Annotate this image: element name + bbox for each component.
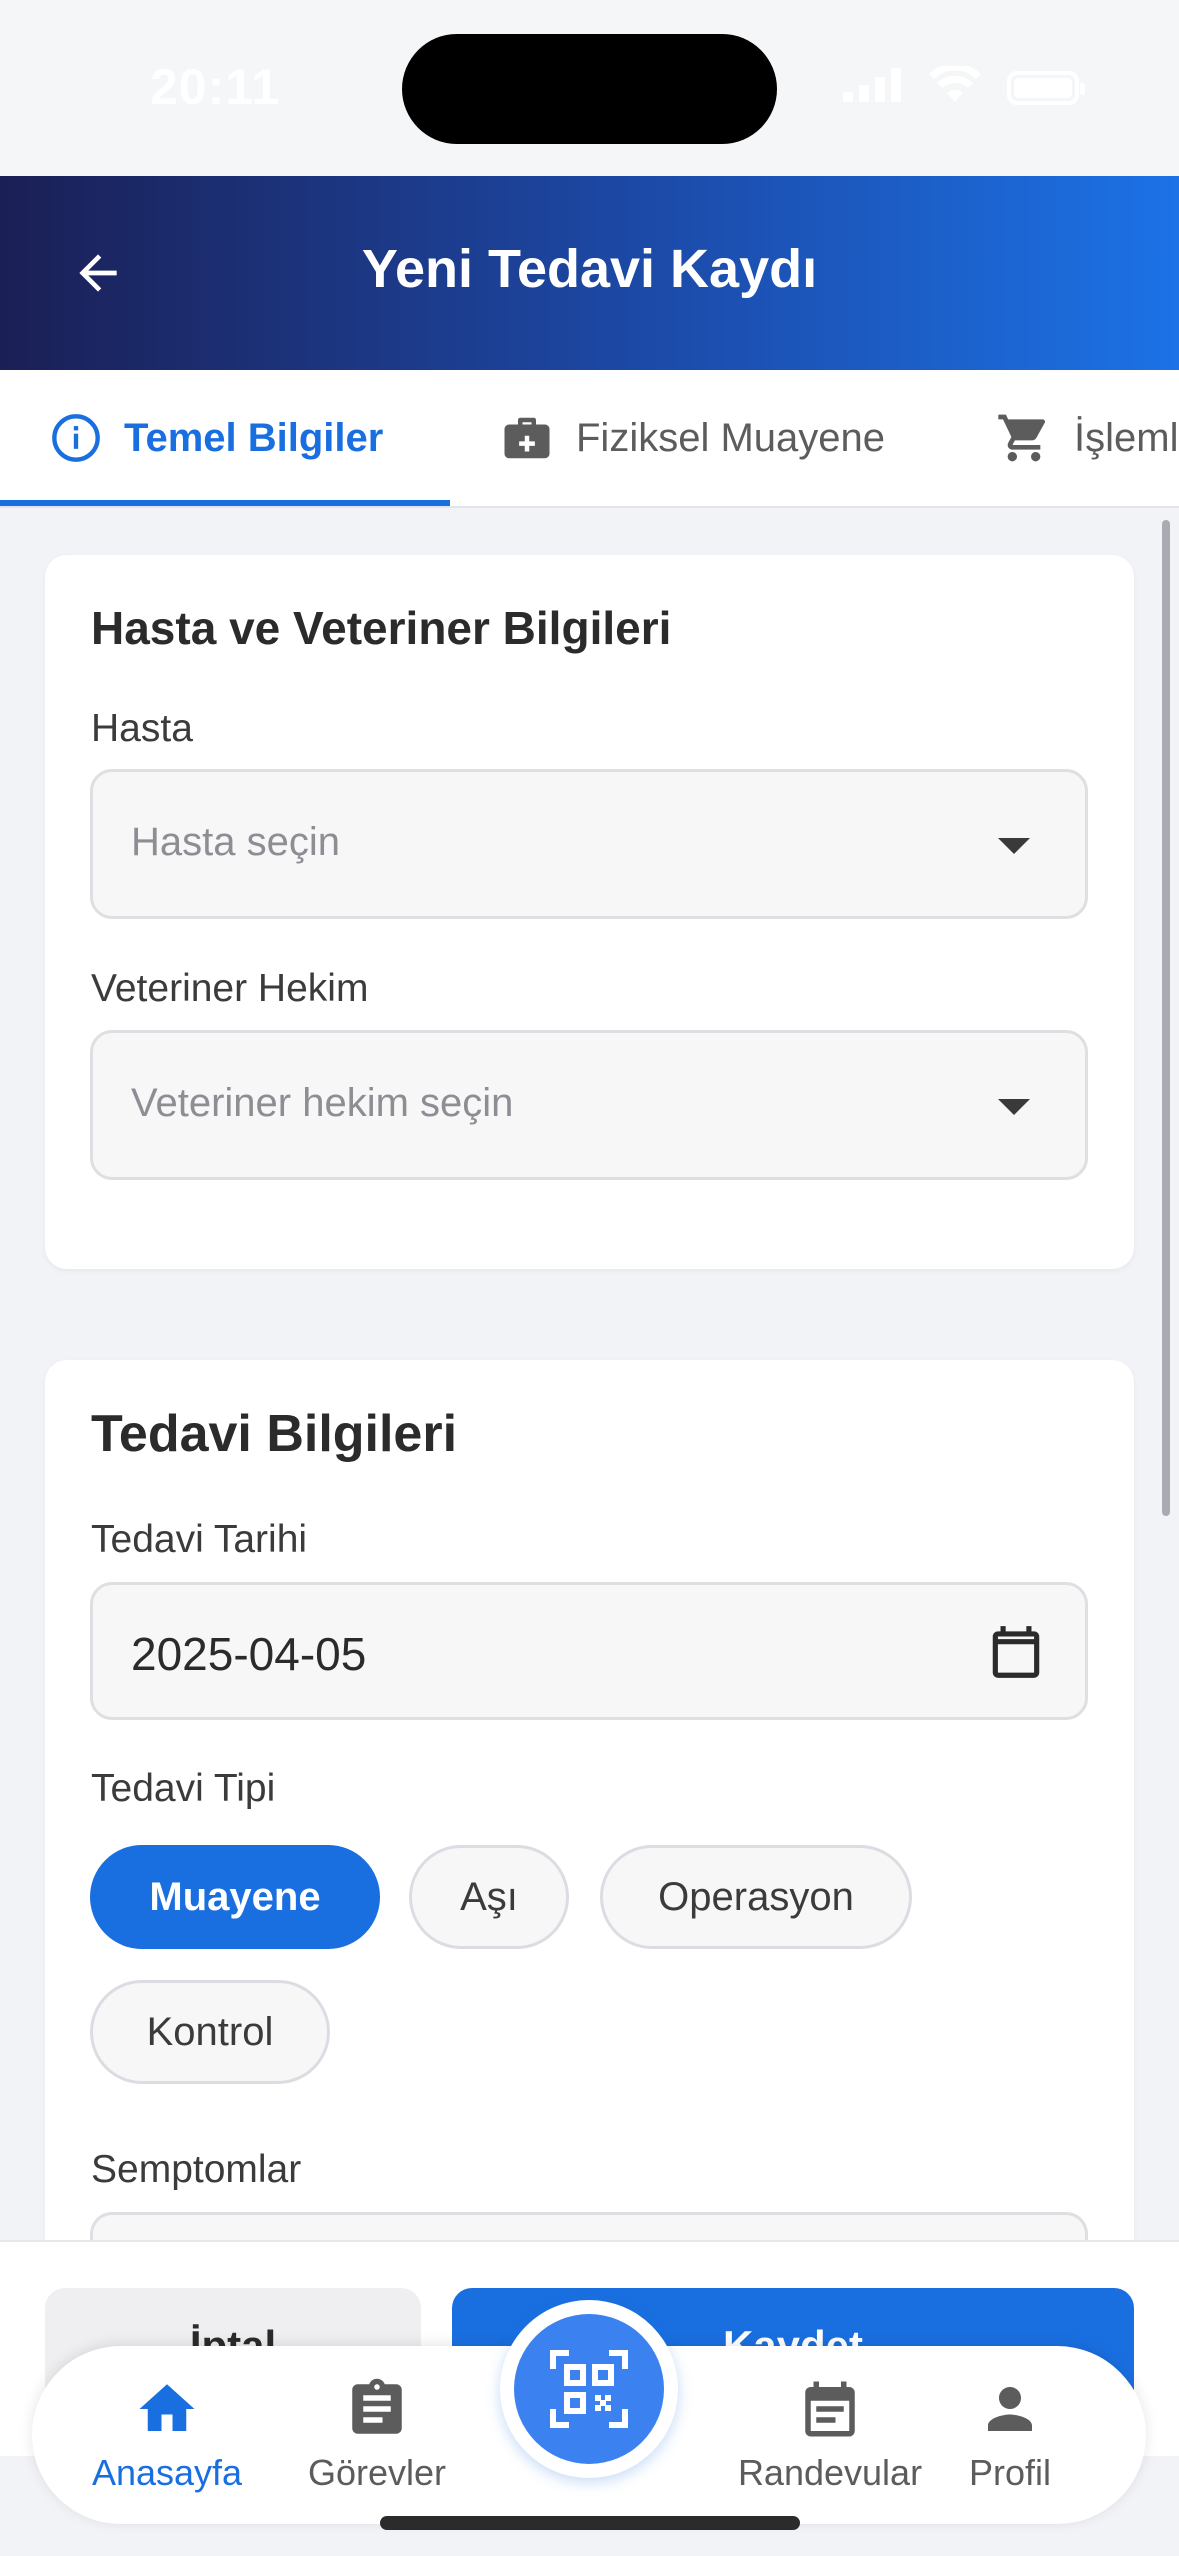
vet-label: Veteriner Hekim: [91, 967, 369, 1010]
clipboard-icon: [352, 2378, 402, 2434]
patient-select-placeholder: Hasta seçin: [131, 820, 340, 864]
tab-temel-bilgiler[interactable]: Temel Bilgiler: [50, 370, 383, 506]
chip-operasyon[interactable]: Operasyon: [600, 1845, 912, 1949]
vet-select[interactable]: Veteriner hekim seçin: [90, 1030, 1088, 1180]
dynamic-island: [402, 34, 777, 144]
tab-fiziksel-muayene[interactable]: Fiziksel Muayene: [500, 370, 885, 506]
symptoms-label: Semptomlar: [91, 2148, 302, 2191]
vet-select-placeholder: Veteriner hekim seçin: [131, 1081, 514, 1125]
page-title: Yeni Tedavi Kaydı: [361, 239, 818, 299]
nav-item-anasayfa[interactable]: Anasayfa: [67, 2376, 267, 2494]
dropdown-caret-icon: [998, 838, 1030, 854]
tab-label: Temel Bilgiler: [124, 415, 384, 460]
tab-active-indicator: [0, 500, 450, 506]
tab-islemler[interactable]: İşlemler: [996, 370, 1179, 506]
calendar-icon[interactable]: [985, 1621, 1047, 1688]
patient-label: Hasta: [91, 707, 193, 750]
qr-scan-button-inner: [514, 2314, 664, 2464]
qr-scan-icon: [550, 2350, 628, 2428]
home-icon: [139, 2384, 195, 2431]
info-icon: [52, 414, 100, 462]
person-icon: [988, 2387, 1032, 2431]
nav-label: Randevular: [737, 2452, 923, 2493]
status-icons: [843, 63, 1085, 109]
nav-item-gorevler[interactable]: Görevler: [277, 2376, 477, 2494]
signal-icon: [843, 68, 903, 107]
cart-icon: [998, 414, 1046, 462]
scrollbar[interactable]: [1162, 520, 1170, 1516]
nav-item-profil[interactable]: Profil: [910, 2376, 1110, 2494]
status-time: 20:11: [150, 59, 281, 115]
home-indicator: [380, 2516, 800, 2530]
screen: 20:11 Yeni Tedavi Kaydı Temel Bilgiler F…: [0, 0, 1179, 2556]
chip-asi[interactable]: Aşı: [409, 1845, 569, 1949]
qr-scan-button[interactable]: [500, 2300, 678, 2478]
battery-icon: [1007, 70, 1085, 105]
nav-label: Görevler: [307, 2452, 447, 2493]
medical-bag-icon: [504, 417, 550, 459]
dropdown-caret-icon: [998, 1099, 1030, 1115]
patient-vet-card: Hasta ve Veteriner Bilgileri Hasta Hasta…: [45, 555, 1134, 1269]
status-bar: 20:11: [0, 0, 1179, 176]
treatment-type-label: Tedavi Tipi: [91, 1767, 276, 1810]
treatment-date-value: 2025-04-05: [131, 1628, 367, 1680]
card-title: Hasta ve Veteriner Bilgileri: [91, 602, 672, 654]
tab-label: Fiziksel Muayene: [576, 415, 886, 460]
treatment-date-label: Tedavi Tarihi: [91, 1518, 308, 1561]
chip-kontrol[interactable]: Kontrol: [90, 1980, 330, 2084]
nav-label: Profil: [968, 2452, 1052, 2493]
treatment-card: Tedavi Bilgileri Tedavi Tarihi 2025-04-0…: [45, 1360, 1134, 2360]
tab-bar: Temel Bilgiler Fiziksel Muayene İşlemler: [0, 370, 1179, 508]
calendar-list-icon: [805, 2381, 855, 2437]
wifi-icon: [929, 63, 981, 109]
treatment-date-input[interactable]: 2025-04-05: [90, 1582, 1088, 1720]
nav-label: Anasayfa: [91, 2452, 243, 2493]
app-header: Yeni Tedavi Kaydı: [0, 176, 1179, 370]
card-title: Tedavi Bilgileri: [91, 1405, 458, 1463]
tab-label: İşlemler: [1074, 415, 1179, 460]
patient-select[interactable]: Hasta seçin: [90, 769, 1088, 919]
chip-muayene[interactable]: Muayene: [90, 1845, 380, 1949]
